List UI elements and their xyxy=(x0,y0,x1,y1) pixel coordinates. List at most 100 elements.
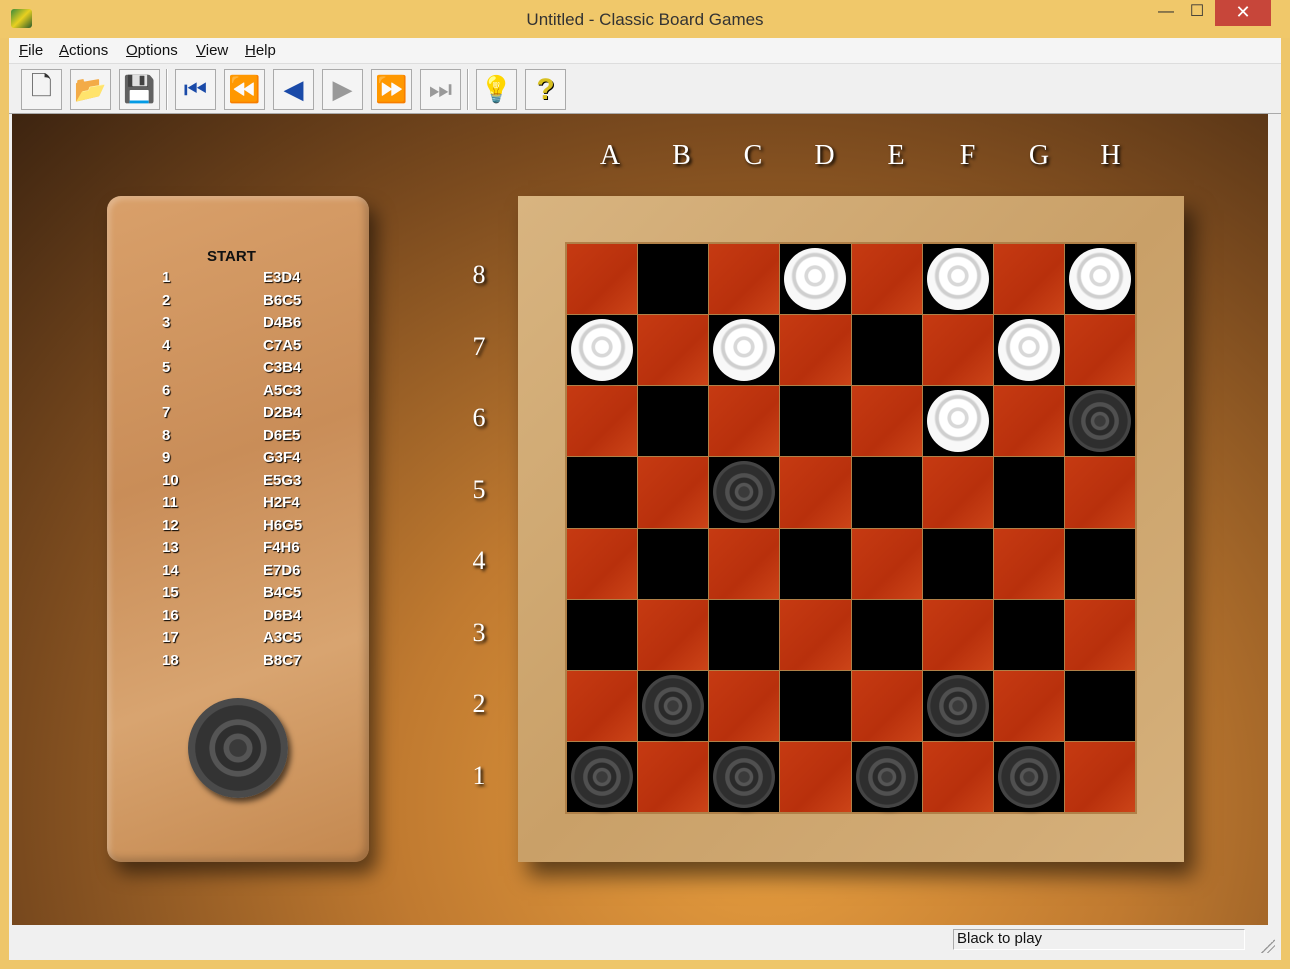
black-piece[interactable] xyxy=(642,674,705,737)
square-D1[interactable] xyxy=(780,741,851,812)
menu-actions[interactable]: Actions xyxy=(59,42,108,59)
square-F3[interactable] xyxy=(922,599,993,670)
square-G7[interactable] xyxy=(993,315,1064,386)
square-G4[interactable] xyxy=(993,528,1064,599)
square-G6[interactable] xyxy=(993,386,1064,457)
square-D5[interactable] xyxy=(780,457,851,528)
square-D6[interactable] xyxy=(780,386,851,457)
menu-options[interactable]: Options xyxy=(126,42,178,59)
square-H8[interactable] xyxy=(1064,244,1135,315)
white-piece[interactable] xyxy=(926,248,989,310)
square-F8[interactable] xyxy=(922,244,993,315)
square-G5[interactable] xyxy=(993,457,1064,528)
square-C3[interactable] xyxy=(709,599,780,670)
square-F7[interactable] xyxy=(922,315,993,386)
square-D2[interactable] xyxy=(780,670,851,741)
white-piece[interactable] xyxy=(997,319,1060,382)
open-button[interactable]: 📂 xyxy=(70,69,111,110)
checkers-board[interactable] xyxy=(565,242,1137,814)
square-H2[interactable] xyxy=(1064,670,1135,741)
square-E2[interactable] xyxy=(851,670,922,741)
square-H5[interactable] xyxy=(1064,457,1135,528)
square-G2[interactable] xyxy=(993,670,1064,741)
square-B2[interactable] xyxy=(638,670,709,741)
move-notation[interactable]: A5C3 xyxy=(263,382,301,399)
close-button[interactable]: ✕ xyxy=(1215,0,1271,26)
square-F1[interactable] xyxy=(922,741,993,812)
square-D3[interactable] xyxy=(780,599,851,670)
resize-grip[interactable] xyxy=(1261,939,1275,953)
square-B4[interactable] xyxy=(638,528,709,599)
move-notation[interactable]: B4C5 xyxy=(263,584,301,601)
square-F6[interactable] xyxy=(922,386,993,457)
white-piece[interactable] xyxy=(713,319,776,382)
move-notation[interactable]: E5G3 xyxy=(263,472,301,489)
square-C5[interactable] xyxy=(709,457,780,528)
black-piece[interactable] xyxy=(1068,390,1131,453)
forward-button[interactable]: ▶ xyxy=(322,69,363,110)
save-button[interactable]: 💾 xyxy=(119,69,160,110)
black-piece[interactable] xyxy=(926,674,989,737)
move-notation[interactable]: B8C7 xyxy=(263,652,301,669)
square-E8[interactable] xyxy=(851,244,922,315)
menu-help[interactable]: Help xyxy=(245,42,276,59)
square-B7[interactable] xyxy=(638,315,709,386)
square-C7[interactable] xyxy=(709,315,780,386)
black-piece[interactable] xyxy=(713,461,776,524)
square-G3[interactable] xyxy=(993,599,1064,670)
square-E4[interactable] xyxy=(851,528,922,599)
square-A5[interactable] xyxy=(567,457,638,528)
move-notation[interactable]: H6G5 xyxy=(263,517,302,534)
square-F4[interactable] xyxy=(922,528,993,599)
menu-file[interactable]: File xyxy=(19,42,43,59)
square-D8[interactable] xyxy=(780,244,851,315)
square-B5[interactable] xyxy=(638,457,709,528)
square-E3[interactable] xyxy=(851,599,922,670)
square-A1[interactable] xyxy=(567,741,638,812)
square-H4[interactable] xyxy=(1064,528,1135,599)
move-notation[interactable]: D2B4 xyxy=(263,404,301,421)
square-E6[interactable] xyxy=(851,386,922,457)
move-notation[interactable]: C3B4 xyxy=(263,359,301,376)
square-E5[interactable] xyxy=(851,457,922,528)
square-G1[interactable] xyxy=(993,741,1064,812)
square-H3[interactable] xyxy=(1064,599,1135,670)
move-notation[interactable]: D6B4 xyxy=(263,607,301,624)
menu-view[interactable]: View xyxy=(196,42,228,59)
square-F5[interactable] xyxy=(922,457,993,528)
white-piece[interactable] xyxy=(571,319,633,382)
square-D7[interactable] xyxy=(780,315,851,386)
black-piece[interactable] xyxy=(713,745,776,808)
square-A4[interactable] xyxy=(567,528,638,599)
square-H1[interactable] xyxy=(1064,741,1135,812)
square-B1[interactable] xyxy=(638,741,709,812)
first-move-button[interactable]: ⏮ xyxy=(175,69,216,110)
move-notation[interactable]: E7D6 xyxy=(263,562,301,579)
move-notation[interactable]: A3C5 xyxy=(263,629,301,646)
square-A2[interactable] xyxy=(567,670,638,741)
square-E1[interactable] xyxy=(851,741,922,812)
square-C8[interactable] xyxy=(709,244,780,315)
square-C4[interactable] xyxy=(709,528,780,599)
square-A7[interactable] xyxy=(567,315,638,386)
move-notation[interactable]: E3D4 xyxy=(263,269,301,286)
square-A3[interactable] xyxy=(567,599,638,670)
fast-forward-button[interactable]: ⏩ xyxy=(371,69,412,110)
square-C6[interactable] xyxy=(709,386,780,457)
move-notation[interactable]: G3F4 xyxy=(263,449,301,466)
square-G8[interactable] xyxy=(993,244,1064,315)
square-F2[interactable] xyxy=(922,670,993,741)
minimize-button[interactable]: — xyxy=(1152,0,1180,26)
square-A6[interactable] xyxy=(567,386,638,457)
square-B6[interactable] xyxy=(638,386,709,457)
move-notation[interactable]: B6C5 xyxy=(263,292,301,309)
square-B8[interactable] xyxy=(638,244,709,315)
new-button[interactable]: 🗋 xyxy=(21,69,62,110)
move-notation[interactable]: D4B6 xyxy=(263,314,301,331)
help-button[interactable]: ? xyxy=(525,69,566,110)
square-B3[interactable] xyxy=(638,599,709,670)
square-H7[interactable] xyxy=(1064,315,1135,386)
hint-bulb-button[interactable]: 💡 xyxy=(476,69,517,110)
white-piece[interactable] xyxy=(926,390,989,453)
move-notation[interactable]: H2F4 xyxy=(263,494,300,511)
